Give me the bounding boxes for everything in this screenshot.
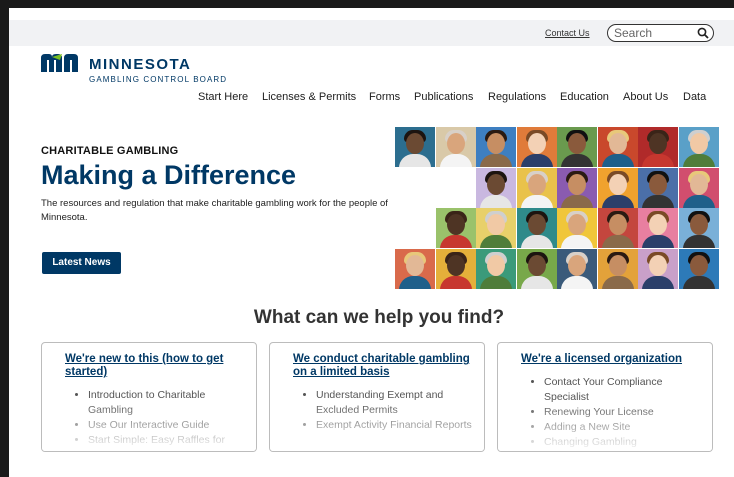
- card-list-limited: Understanding Exempt and Excluded Permit…: [316, 388, 476, 433]
- portrait-photo: [476, 167, 516, 208]
- portrait-photo: [476, 127, 516, 167]
- portrait-photo: [557, 208, 597, 248]
- nav-item-start-here[interactable]: Start Here: [198, 91, 248, 103]
- portrait-photo: [678, 208, 719, 248]
- portrait-photo: [516, 167, 557, 208]
- portrait-photo: [597, 167, 638, 208]
- portrait-photo: [516, 248, 557, 289]
- card-title-licensed[interactable]: We're a licensed organization: [521, 353, 701, 366]
- portrait-photo: [638, 127, 678, 167]
- nav-item-education[interactable]: Education: [560, 91, 609, 103]
- people-photo-collage: [395, 127, 719, 289]
- latest-news-button[interactable]: Latest News: [42, 252, 121, 274]
- nav-item-licenses-permits[interactable]: Licenses & Permits: [262, 91, 356, 103]
- window-frame-left: [0, 0, 9, 477]
- list-item[interactable]: Renewing Your License: [544, 405, 704, 420]
- nav-item-regulations[interactable]: Regulations: [488, 91, 546, 103]
- portrait-photo: [597, 248, 638, 289]
- main-nav: Start Here Licenses & Permits Forms Publ…: [0, 91, 734, 107]
- search-box[interactable]: [607, 24, 714, 42]
- list-item[interactable]: Changing Gambling: [544, 435, 704, 450]
- portrait-photo: [557, 167, 597, 208]
- card-title-limited[interactable]: We conduct charitable gambling on a limi…: [293, 353, 473, 379]
- portrait-photo: [638, 248, 678, 289]
- portrait-photo: [435, 248, 476, 289]
- hero-kicker: CHARITABLE GAMBLING: [41, 145, 179, 157]
- portrait-photo: [516, 208, 557, 248]
- search-input[interactable]: [614, 26, 694, 40]
- list-item[interactable]: Exempt Activity Financial Reports: [316, 418, 476, 433]
- list-item[interactable]: Use Our Interactive Guide: [88, 418, 248, 433]
- nav-item-data[interactable]: Data: [683, 91, 706, 103]
- portrait-photo: [678, 248, 719, 289]
- hero-title: Making a Difference: [41, 160, 297, 190]
- portrait-photo: [557, 127, 597, 167]
- portrait-photo: [395, 127, 435, 167]
- site-logo[interactable]: MINNESOTA GAMBLING CONTROL BOARD: [41, 52, 241, 86]
- mn-logo-icon: [41, 54, 78, 72]
- portrait-photo: [557, 248, 597, 289]
- portrait-photo: [638, 167, 678, 208]
- portrait-photo: [435, 127, 476, 167]
- portrait-photo: [435, 208, 476, 248]
- nav-item-publications[interactable]: Publications: [414, 91, 473, 103]
- portrait-photo: [395, 248, 435, 289]
- portrait-photo: [678, 167, 719, 208]
- help-heading: What can we help you find?: [253, 307, 505, 328]
- portrait-photo: [516, 127, 557, 167]
- card-list-new: Introduction to Charitable Gambling Use …: [88, 388, 248, 448]
- portrait-photo: [476, 208, 516, 248]
- portrait-photo: [476, 248, 516, 289]
- contact-us-link[interactable]: Contact Us: [545, 28, 590, 38]
- portrait-photo: [597, 127, 638, 167]
- portrait-photo: [638, 208, 678, 248]
- portrait-photo: [678, 127, 719, 167]
- help-card-limited: We conduct charitable gambling on a limi…: [269, 342, 485, 452]
- help-card-licensed: We're a licensed organization Contact Yo…: [497, 342, 713, 452]
- nav-item-about-us[interactable]: About Us: [623, 91, 668, 103]
- list-item[interactable]: Contact Your Compliance Specialist: [544, 375, 704, 405]
- card-list-licensed: Contact Your Compliance Specialist Renew…: [544, 375, 704, 450]
- window-frame-top: [0, 0, 734, 8]
- nav-item-forms[interactable]: Forms: [369, 91, 400, 103]
- list-item[interactable]: Adding a New Site: [544, 420, 704, 435]
- help-card-new: We're new to this (how to get started) I…: [41, 342, 257, 452]
- list-item[interactable]: Start Simple: Easy Raffles for: [88, 433, 248, 448]
- list-item[interactable]: Understanding Exempt and Excluded Permit…: [316, 388, 476, 418]
- hero-description: The resources and regulation that make c…: [41, 198, 388, 223]
- logo-title: MINNESOTA: [89, 56, 192, 73]
- portrait-photo: [597, 208, 638, 248]
- search-icon[interactable]: [697, 27, 709, 39]
- card-title-new[interactable]: We're new to this (how to get started): [65, 353, 245, 379]
- logo-subtitle: GAMBLING CONTROL BOARD: [89, 75, 228, 84]
- list-item[interactable]: Introduction to Charitable Gambling: [88, 388, 248, 418]
